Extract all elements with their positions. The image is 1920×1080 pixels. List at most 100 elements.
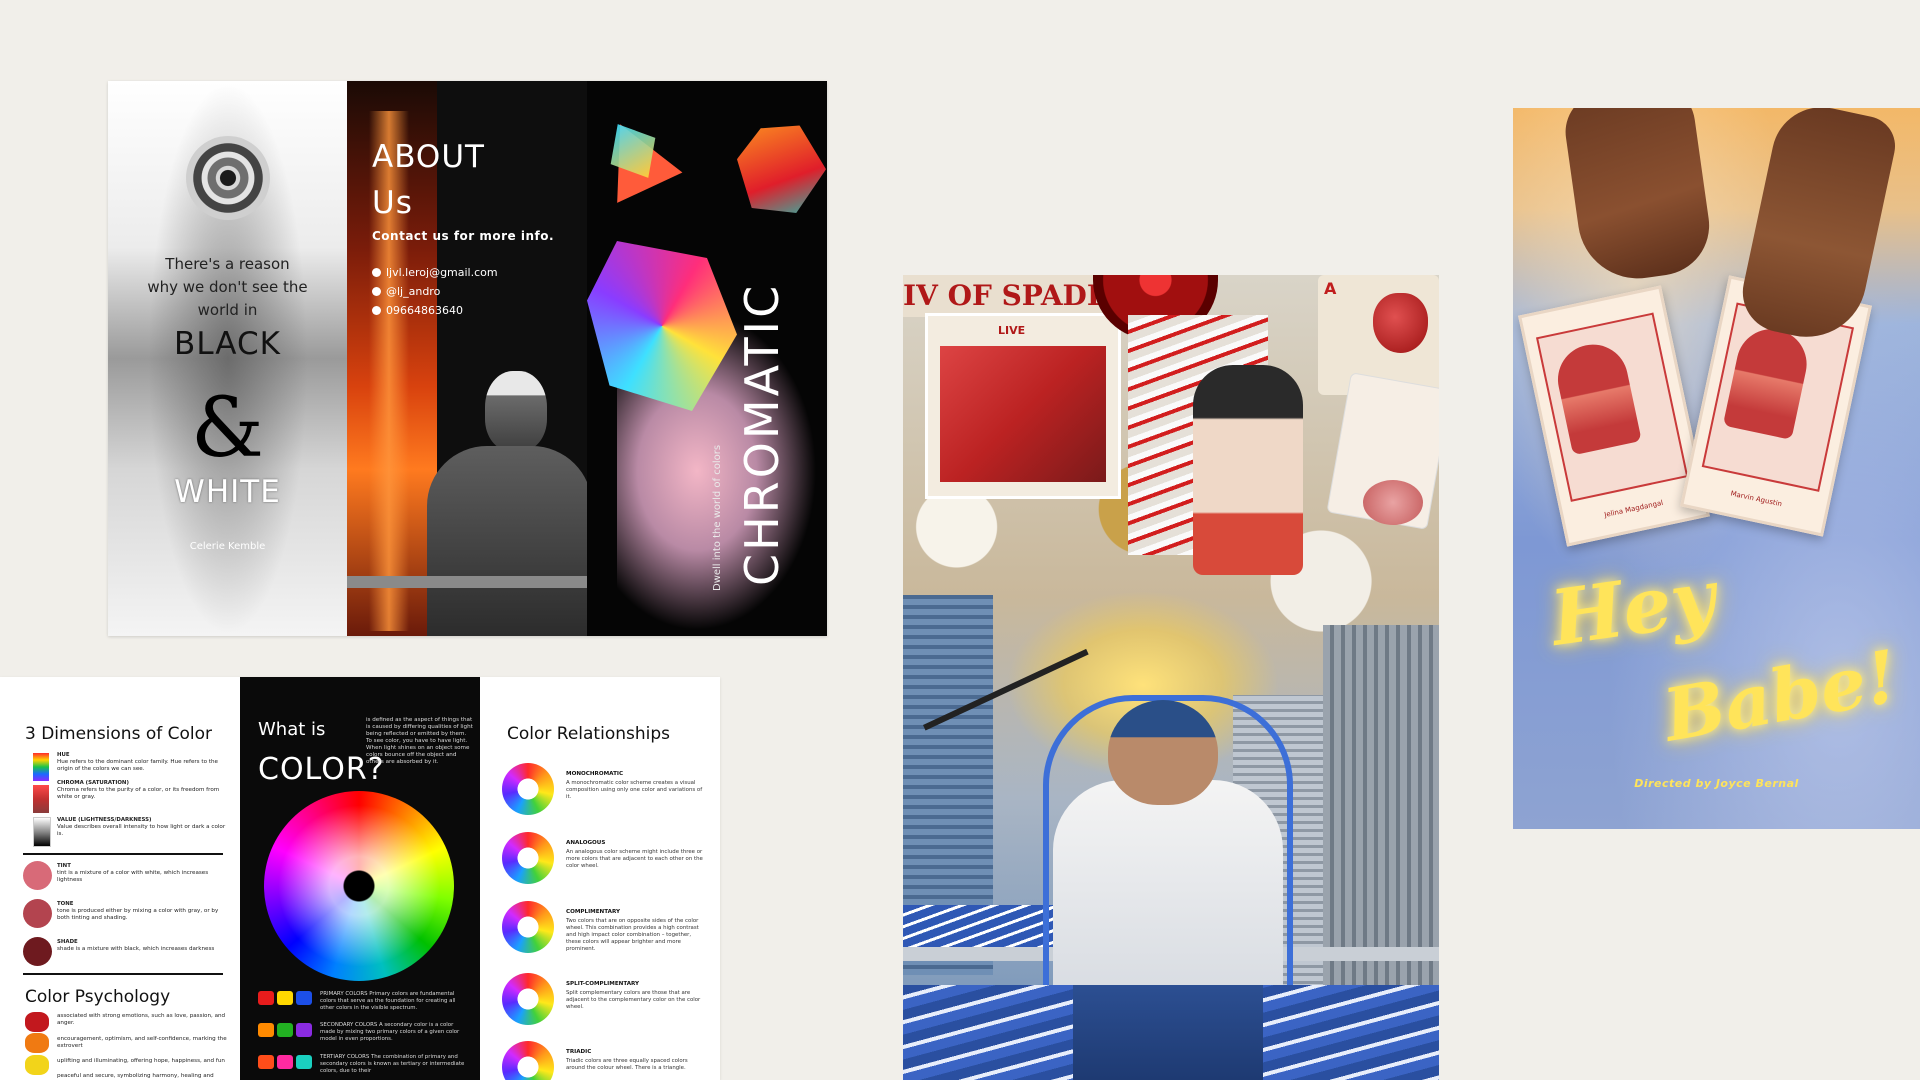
tertiary-swatches — [258, 1055, 312, 1069]
secondary-colors-text: SECONDARY COLORS A secondary color is a … — [320, 1022, 460, 1042]
split-complimentary-item: SPLIT-COMPLIMENTARY Split complementary … — [502, 973, 712, 1029]
contact-phone: 09664863640 — [386, 304, 463, 317]
rel-desc: Triadic colors are three equally spaced … — [566, 1058, 688, 1071]
relationships-title: Color Relationships — [507, 724, 671, 744]
about-panel: ABOUT Us Contact us for more info. ljvl.… — [347, 81, 587, 636]
split-complimentary-wheel — [502, 973, 554, 1025]
person-body — [427, 446, 587, 636]
primary-swatches — [258, 991, 312, 1005]
eye-image — [186, 136, 270, 220]
brain-illustration — [1363, 480, 1423, 525]
value-swatch — [33, 817, 51, 847]
triadic-wheel — [502, 1041, 554, 1080]
shade-text: SHADE shade is a mixture with black, whic… — [57, 939, 215, 952]
collage-poster[interactable]: IV OF SPADES LIVE A — [903, 275, 1439, 1080]
rel-desc: Two colors that are on opposite sides of… — [566, 918, 699, 952]
divider — [23, 853, 223, 855]
contact-email-row[interactable]: ljvl.leroj@gmail.com — [372, 266, 498, 279]
person-head — [485, 371, 547, 451]
about-title-line2: Us — [372, 185, 413, 221]
tint-text: TINT tint is a mixture of a color with wh… — [57, 863, 209, 883]
chromatic-brochure-front[interactable]: There's a reason why we don't see the wo… — [108, 81, 827, 636]
rel-desc: An analogous color scheme might include … — [566, 849, 703, 869]
hue-text: HUE Hue refers to the dominant color fami… — [57, 752, 218, 772]
tint-dot — [23, 861, 52, 890]
orange-flower-icon — [25, 1033, 49, 1053]
railing — [347, 576, 587, 588]
monochromatic-item: MONOCHROMATIC A monochromatic color sche… — [502, 763, 712, 819]
dimensions-panel: 3 Dimensions of Color HUE Hue refers to t… — [0, 677, 240, 1080]
contact-handle-row[interactable]: @lj_andro — [372, 285, 440, 298]
analogous-wheel — [502, 832, 554, 884]
dimensions-title: 3 Dimensions of Color — [25, 724, 213, 744]
chroma-swatch — [33, 785, 49, 813]
chromatic-panel: Dwell into the world of colors CHROMATIC — [587, 81, 827, 636]
complimentary-item: COMPLIMENTARY Two colors that are on opp… — [502, 901, 712, 957]
rel-name: SPLIT-COMPLIMENTARY — [566, 981, 640, 987]
bw-white-word: WHITE — [174, 474, 281, 510]
monochromatic-wheel — [502, 763, 554, 815]
rel-desc: Split complementary colors are those tha… — [566, 990, 701, 1010]
anatomical-heart — [1373, 293, 1428, 353]
bw-black-word: BLACK — [174, 326, 281, 362]
rel-name: TRIADIC — [566, 1049, 592, 1055]
triadic-item: TRIADIC Triadic colors are three equally… — [502, 1041, 712, 1080]
analogous-item: ANALOGOUS An analogous color scheme migh… — [502, 832, 712, 888]
rel-name: COMPLIMENTARY — [566, 909, 621, 915]
rel-desc: A monochromatic color scheme creates a v… — [566, 780, 703, 800]
contact-phone-row[interactable]: 09664863640 — [372, 304, 463, 317]
primary-colors-text: PRIMARY COLORS Primary colors are fundam… — [320, 991, 456, 1011]
bw-author: Celerie Kemble — [189, 541, 266, 552]
red-rose-icon — [25, 1012, 49, 1032]
rel-name: ANALOGOUS — [566, 840, 606, 846]
black-white-panel: There's a reason why we don't see the wo… — [108, 81, 347, 636]
yellow-flower-icon — [25, 1055, 49, 1075]
tone-text: TONE tone is produced either by mixing a … — [57, 901, 219, 921]
band-photo-card: LIVE — [925, 313, 1121, 499]
bw-tagline-line2: why we don't see the — [147, 278, 308, 296]
woman-figure — [1193, 365, 1303, 575]
hey-babe-poster[interactable]: Jelina Magdangal Marvin Agustin Hey Babe… — [1513, 108, 1920, 829]
contact-email: ljvl.leroj@gmail.com — [386, 266, 498, 279]
chroma-text: CHROMA (SATURATION) Chroma refers to the … — [57, 780, 220, 800]
phone-icon — [372, 306, 381, 315]
bw-ampersand: & — [191, 381, 264, 476]
instagram-icon — [372, 287, 381, 296]
color-definition: is defined as the aspect of things that … — [366, 717, 473, 765]
bw-tagline-line1: There's a reason — [165, 255, 290, 273]
tone-dot — [23, 899, 52, 928]
live-label: LIVE — [998, 324, 1026, 337]
building-right — [1323, 625, 1439, 1045]
psychology-yellow: uplifting and illuminating, offering hop… — [57, 1058, 225, 1064]
person-photo — [347, 371, 587, 636]
ace-label: A — [1324, 279, 1337, 298]
about-title-line1: ABOUT — [372, 139, 485, 175]
band-banner: IV OF SPADES — [903, 275, 1103, 317]
psychology-title: Color Psychology — [25, 987, 171, 1007]
polyhedron-shape-top — [721, 107, 827, 229]
psychology-blue: peaceful and secure, symbolizing harmony… — [57, 1073, 214, 1079]
psychology-red: associated with strong emotions, such as… — [57, 1013, 226, 1026]
man-jeans — [1073, 985, 1263, 1080]
complimentary-wheel — [502, 901, 554, 953]
rel-name: MONOCHROMATIC — [566, 771, 624, 777]
band-photo — [940, 346, 1106, 482]
shade-dot — [23, 937, 52, 966]
email-icon — [372, 268, 381, 277]
director-credit: Directed by Joyce Bernal — [1634, 777, 1799, 790]
what-is-heading: What is — [258, 719, 326, 740]
value-text: VALUE (LIGHTNESS/DARKNESS) Value describe… — [57, 817, 226, 837]
tertiary-colors-text: TERTIARY COLORS The combination of prima… — [320, 1054, 465, 1074]
contact-heading: Contact us for more info. — [372, 229, 555, 243]
what-is-color-panel: What is COLOR? is defined as the aspect … — [240, 677, 480, 1080]
bw-tagline-line3: world in — [197, 301, 258, 319]
divider — [23, 973, 223, 975]
hue-swatch — [33, 753, 49, 781]
chromatic-subtitle: Dwell into the world of colors — [712, 444, 723, 591]
man-shirt — [1053, 780, 1283, 995]
secondary-swatches — [258, 1023, 312, 1037]
color-theory-brochure[interactable]: 3 Dimensions of Color HUE Hue refers to t… — [0, 677, 720, 1080]
color-wheel — [264, 791, 454, 981]
relationships-panel: Color Relationships MONOCHROMATIC A mono… — [480, 677, 720, 1080]
psychology-orange: encouragement, optimism, and self-confid… — [57, 1036, 227, 1049]
